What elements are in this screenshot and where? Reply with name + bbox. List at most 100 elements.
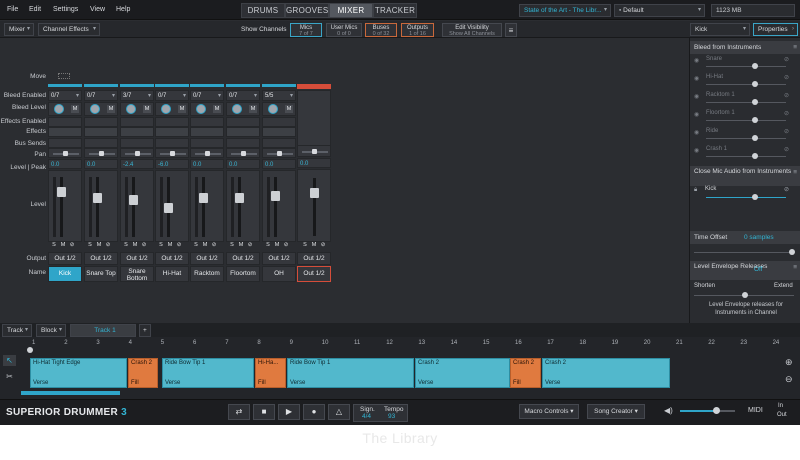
bleed-enabled-select[interactable]: 0/7 ▾: [226, 90, 260, 101]
phase-icon[interactable]: ⊘: [140, 242, 148, 249]
bleed-mute-button[interactable]: M: [249, 105, 257, 113]
bleed-mute-button[interactable]: M: [107, 105, 115, 113]
output-select-button[interactable]: Out 1/2: [226, 252, 260, 265]
bleed-instrument-slider[interactable]: [706, 138, 786, 139]
bleed-toggle-icon[interactable]: ◉: [694, 129, 699, 136]
mute-button[interactable]: M: [310, 242, 318, 249]
master-fader-thumb[interactable]: [310, 188, 319, 198]
level-fader-track[interactable]: [60, 177, 63, 237]
master-name-button[interactable]: Out 1/2: [297, 266, 331, 282]
song-creator-button[interactable]: Song Creator ▾: [587, 404, 645, 419]
outputs-toggle[interactable]: Outputs 1 of 16: [401, 23, 434, 37]
effects-slot[interactable]: [190, 127, 224, 137]
menu-edit[interactable]: Edit: [29, 6, 41, 13]
add-track-button[interactable]: +: [139, 324, 151, 337]
pan-thumb[interactable]: [135, 151, 140, 156]
play-icon[interactable]: ▶: [278, 404, 300, 420]
channel-name-button[interactable]: Hi-Hat: [155, 266, 189, 282]
signature-tempo-display[interactable]: Sign. Tempo 4/4 93: [353, 404, 408, 422]
timeline-clip[interactable]: Hi-Ha... Fill: [255, 358, 286, 388]
output-select-button[interactable]: Out 1/2: [48, 252, 82, 265]
zoom-in-icon[interactable]: ⊕: [785, 357, 793, 368]
move-handle-icon[interactable]: [58, 73, 70, 79]
level-fader-thumb[interactable]: [164, 203, 173, 213]
output-select-button[interactable]: Out 1/2: [262, 252, 296, 265]
pan-thumb[interactable]: [170, 151, 175, 156]
level-fader-track[interactable]: [132, 177, 135, 237]
phase-icon[interactable]: ⊘: [210, 242, 218, 249]
pan-thumb[interactable]: [205, 151, 210, 156]
level-fader-thumb[interactable]: [57, 187, 66, 197]
bleed-enabled-select[interactable]: 0/7 ▾: [84, 90, 118, 101]
bleed-mute-button[interactable]: M: [213, 105, 221, 113]
bleed-instrument-thumb[interactable]: [752, 117, 758, 123]
link-icon[interactable]: ⊘: [784, 186, 789, 193]
level-fader-thumb[interactable]: [93, 193, 102, 203]
effects-slot[interactable]: [226, 127, 260, 137]
envelope-thumb[interactable]: [742, 292, 748, 298]
master-output-button[interactable]: Out 1/2: [297, 252, 331, 265]
solo-button[interactable]: S: [301, 242, 309, 249]
link-icon[interactable]: ⊘: [784, 146, 789, 153]
mixer-dropdown[interactable]: Mixer ▾: [4, 23, 34, 36]
time-offset-value[interactable]: 0 samples: [744, 231, 774, 244]
bleed-instrument-thumb[interactable]: [752, 135, 758, 141]
buses-toggle[interactable]: Buses 0 of 32: [365, 23, 397, 37]
bleed-instrument-thumb[interactable]: [752, 81, 758, 87]
bleed-level-knob[interactable]: [196, 104, 206, 114]
channel-select-dropdown[interactable]: Kick ▾: [690, 23, 750, 36]
channel-name-button[interactable]: OH: [262, 266, 296, 282]
time-offset-slider[interactable]: [694, 252, 794, 253]
channel-name-button[interactable]: Racktom: [190, 266, 224, 282]
bleed-instrument-slider[interactable]: [706, 102, 786, 103]
mics-toggle[interactable]: Mics 7 of 7: [290, 23, 322, 37]
pan-thumb[interactable]: [277, 151, 282, 156]
link-icon[interactable]: ⊘: [784, 56, 789, 63]
track-dropdown[interactable]: Track ▾: [2, 324, 32, 337]
mute-button[interactable]: M: [273, 242, 281, 249]
menu-settings[interactable]: Settings: [53, 6, 78, 13]
loop-icon[interactable]: ⇄: [228, 404, 250, 420]
mute-button[interactable]: M: [95, 242, 103, 249]
time-offset-thumb[interactable]: [789, 249, 795, 255]
channel-name-button[interactable]: Kick: [48, 266, 82, 282]
bleed-level-knob[interactable]: [268, 104, 278, 114]
effects-slot[interactable]: [262, 127, 296, 137]
output-select-button[interactable]: Out 1/2: [120, 252, 154, 265]
hamburger-icon[interactable]: ≡: [793, 41, 797, 54]
bleed-mute-button[interactable]: M: [71, 105, 79, 113]
level-fader-thumb[interactable]: [129, 195, 138, 205]
hamburger-icon[interactable]: ≡: [793, 264, 797, 272]
metronome-icon[interactable]: △: [328, 404, 350, 420]
output-select-button[interactable]: Out 1/2: [84, 252, 118, 265]
mute-button[interactable]: M: [201, 242, 209, 249]
pan-thumb[interactable]: [99, 151, 104, 156]
bleed-toggle-icon[interactable]: ◉: [694, 111, 699, 118]
tab-tracker[interactable]: TRACKER: [373, 3, 417, 18]
bleed-toggle-icon[interactable]: ◉: [694, 93, 699, 100]
timeline-clip[interactable]: Ride Bow Tip 1 Verse: [162, 358, 254, 388]
phase-icon[interactable]: ⊘: [246, 242, 254, 249]
timeline-clip[interactable]: Crash 2 Verse: [542, 358, 670, 388]
bleed-toggle-icon[interactable]: ◉: [694, 147, 699, 154]
tempo-value[interactable]: 93: [388, 413, 395, 420]
cursor-tool-icon[interactable]: ↖: [3, 355, 16, 366]
solo-button[interactable]: S: [264, 242, 272, 249]
link-icon[interactable]: ⊘: [784, 74, 789, 81]
solo-button[interactable]: S: [157, 242, 165, 249]
mute-button[interactable]: M: [237, 242, 245, 249]
menu-help[interactable]: Help: [116, 6, 130, 13]
level-envelope-state[interactable]: Off: [754, 266, 763, 274]
effects-slot[interactable]: [48, 127, 82, 137]
playhead-icon[interactable]: [27, 347, 33, 353]
edit-visibility-button[interactable]: Edit Visibility Show All Channels: [442, 23, 502, 37]
timeline-clip[interactable]: Ride Bow Tip 1 Verse: [287, 358, 414, 388]
master-pan-thumb[interactable]: [312, 149, 317, 154]
output-select-button[interactable]: Out 1/2: [190, 252, 224, 265]
bleed-level-knob[interactable]: [90, 104, 100, 114]
master-fader-track[interactable]: [313, 178, 316, 236]
bleed-instrument-thumb[interactable]: [752, 99, 758, 105]
bleed-instrument-slider[interactable]: [706, 120, 786, 121]
effects-slot[interactable]: [84, 127, 118, 137]
solo-button[interactable]: S: [50, 242, 58, 249]
